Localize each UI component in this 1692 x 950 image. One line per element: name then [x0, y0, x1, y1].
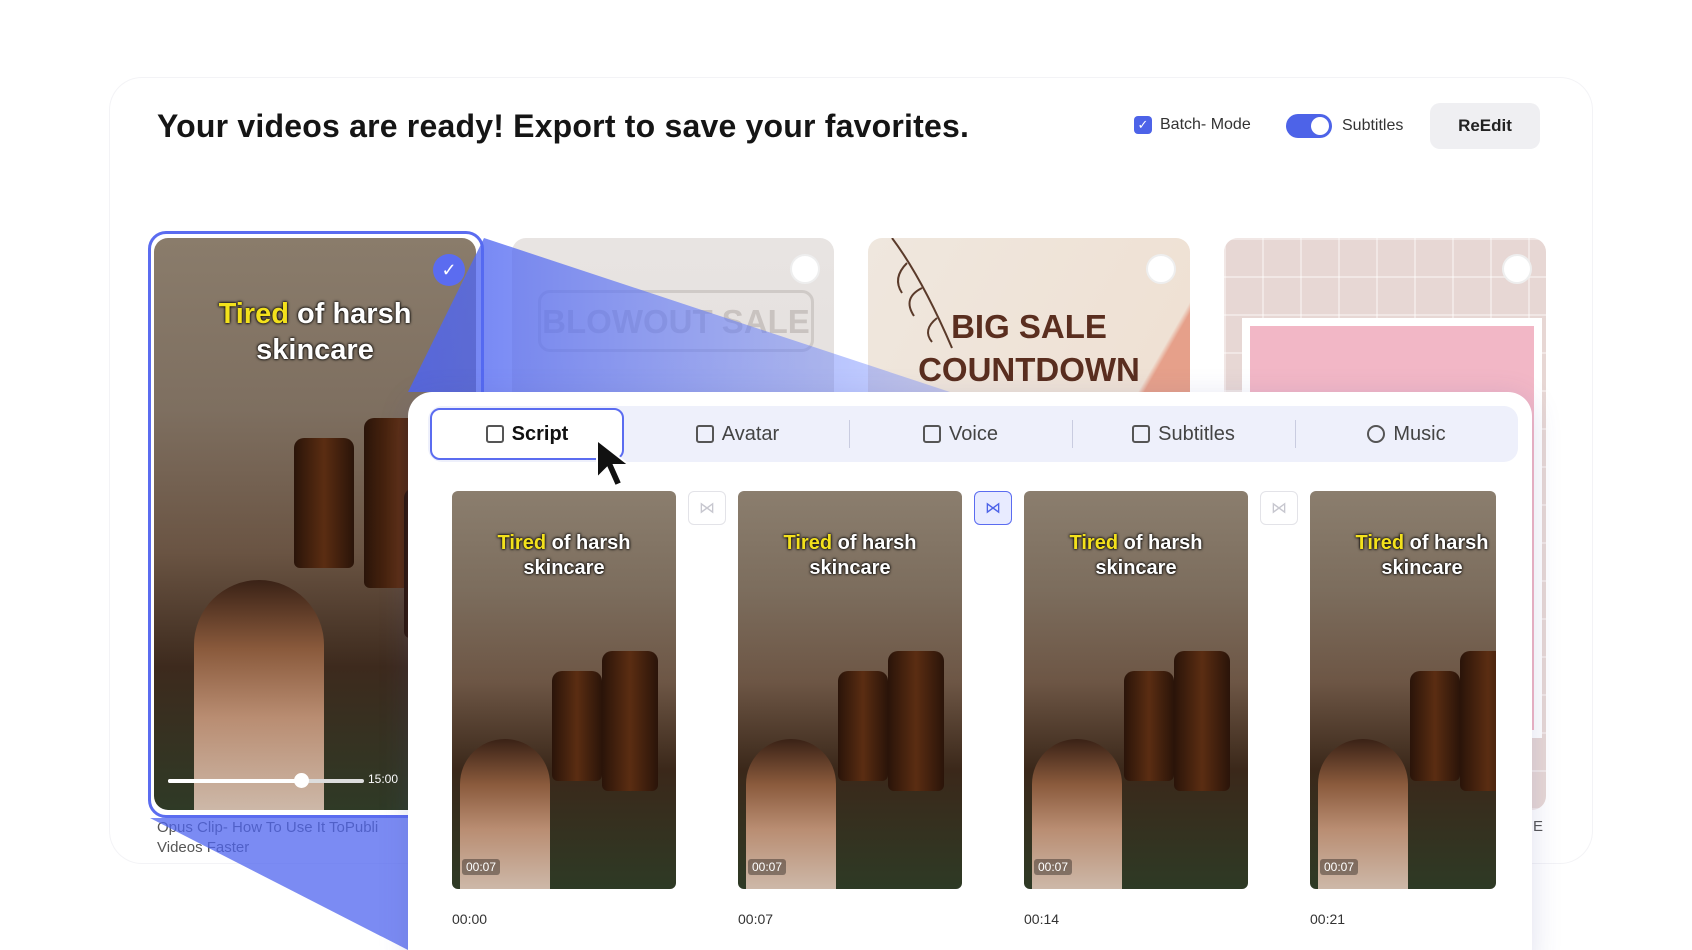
avatar-icon	[695, 425, 714, 443]
scene-start-time: 00:14	[1024, 911, 1060, 927]
tab-avatar[interactable]: Avatar	[626, 406, 849, 462]
select-radio[interactable]	[1502, 254, 1532, 284]
bottle-image	[1174, 651, 1230, 791]
bottle-image	[1124, 671, 1174, 781]
music-icon	[1367, 425, 1386, 443]
video-title: Opus Clip- How To Use It ToPubli Videos …	[157, 818, 417, 857]
scene-caption-highlight: Tired	[1069, 532, 1119, 554]
scene-caption-rest: of harsh	[1404, 532, 1489, 554]
scene-caption-line2: skincare	[523, 557, 605, 579]
subtitles-toggle[interactable]: Subtitles	[1286, 114, 1403, 138]
scene-duration: 00:07	[1034, 859, 1073, 875]
checkbox-checked-icon[interactable]: ✓	[1134, 116, 1152, 134]
scene-card[interactable]: Tired of harsh skincare 00:07	[1310, 491, 1496, 889]
tab-voice-label: Voice	[949, 422, 998, 445]
page-title: Your videos are ready! Export to save yo…	[157, 108, 970, 144]
bottle-image	[602, 651, 658, 791]
scene-start-time: 00:07	[738, 911, 774, 927]
template-2-text: BLOWOUT SALE	[538, 290, 814, 352]
video-title-line1: Opus Clip- How To Use It ToPubli	[157, 819, 379, 836]
scene-caption-line2: skincare	[1095, 557, 1177, 579]
scene-caption-highlight: Tired	[783, 532, 833, 554]
bottle-image	[838, 671, 888, 781]
scene-caption: Tired of harsh skincare	[1024, 531, 1248, 581]
tab-script-label: Script	[511, 422, 569, 445]
reedit-button[interactable]: ReEdit	[1430, 103, 1540, 149]
tab-avatar-label: Avatar	[721, 422, 780, 445]
mouse-cursor-icon	[596, 438, 632, 488]
selected-check-icon[interactable]: ✓	[433, 254, 465, 286]
scene-card[interactable]: Tired of harsh skincare 00:07	[738, 491, 962, 889]
subtitles-icon	[1132, 425, 1151, 443]
tab-music-label: Music	[1393, 422, 1446, 445]
scene-caption: Tired of harsh skincare	[1310, 531, 1496, 581]
bottle-image	[888, 651, 944, 791]
transition-icon: ⋈	[985, 500, 1001, 517]
transition-button[interactable]: ⋈	[688, 491, 726, 525]
transition-button-active[interactable]: ⋈	[974, 491, 1012, 525]
scene-caption-rest: of harsh	[832, 532, 917, 554]
scene-caption: Tired of harsh skincare	[738, 531, 962, 581]
scene-caption-rest: of harsh	[1118, 532, 1203, 554]
batch-mode-checkbox[interactable]: ✓ Batch- Mode	[1134, 116, 1251, 134]
subtitles-label: Subtitles	[1342, 117, 1404, 134]
template-3-text: BIG SALE COUNTDOWN	[868, 306, 1190, 392]
scene-card[interactable]: Tired of harsh skincare 00:07	[452, 491, 676, 889]
scene-caption: Tired of harsh skincare	[452, 531, 676, 581]
template-3-line1: BIG SALE	[951, 308, 1107, 345]
editor-tabs: Script Avatar Voice Subtitles Music	[428, 406, 1518, 462]
scene-caption-highlight: Tired	[497, 532, 547, 554]
tab-music[interactable]: Music	[1295, 406, 1518, 462]
scene-start-time: 00:00	[452, 911, 488, 927]
video-title-fragment: E	[1533, 818, 1544, 835]
scene-duration: 00:07	[462, 859, 501, 875]
tab-subtitles-label: Subtitles	[1158, 422, 1235, 445]
scene-caption-highlight: Tired	[1355, 532, 1405, 554]
template-3-line2: COUNTDOWN	[918, 350, 1140, 388]
select-radio[interactable]	[790, 254, 820, 284]
tab-subtitles[interactable]: Subtitles	[1072, 406, 1295, 462]
batch-mode-label: Batch- Mode	[1160, 116, 1251, 133]
scene-start-time: 00:21	[1310, 911, 1346, 927]
select-radio[interactable]	[1146, 254, 1176, 284]
bottle-image	[1460, 651, 1496, 791]
transition-button[interactable]: ⋈	[1260, 491, 1298, 525]
toggle-switch[interactable]	[1286, 114, 1332, 138]
transition-icon: ⋈	[699, 500, 715, 517]
video-title-line2: Videos Faster	[157, 838, 250, 856]
scene-caption-line2: skincare	[809, 557, 891, 579]
stage: Your videos are ready! Export to save yo…	[0, 0, 1692, 950]
transition-icon: ⋈	[1271, 500, 1287, 517]
scene-duration: 00:07	[748, 859, 787, 875]
tab-voice[interactable]: Voice	[849, 406, 1072, 462]
scene-caption-rest: of harsh	[546, 532, 631, 554]
scene-duration: 00:07	[1320, 859, 1359, 875]
script-icon	[485, 425, 504, 443]
bottle-image	[552, 671, 602, 781]
scene-caption-line2: skincare	[1381, 557, 1463, 579]
voice-icon	[923, 425, 942, 443]
bottle-image	[1410, 671, 1460, 781]
scene-card[interactable]: Tired of harsh skincare 00:07	[1024, 491, 1248, 889]
